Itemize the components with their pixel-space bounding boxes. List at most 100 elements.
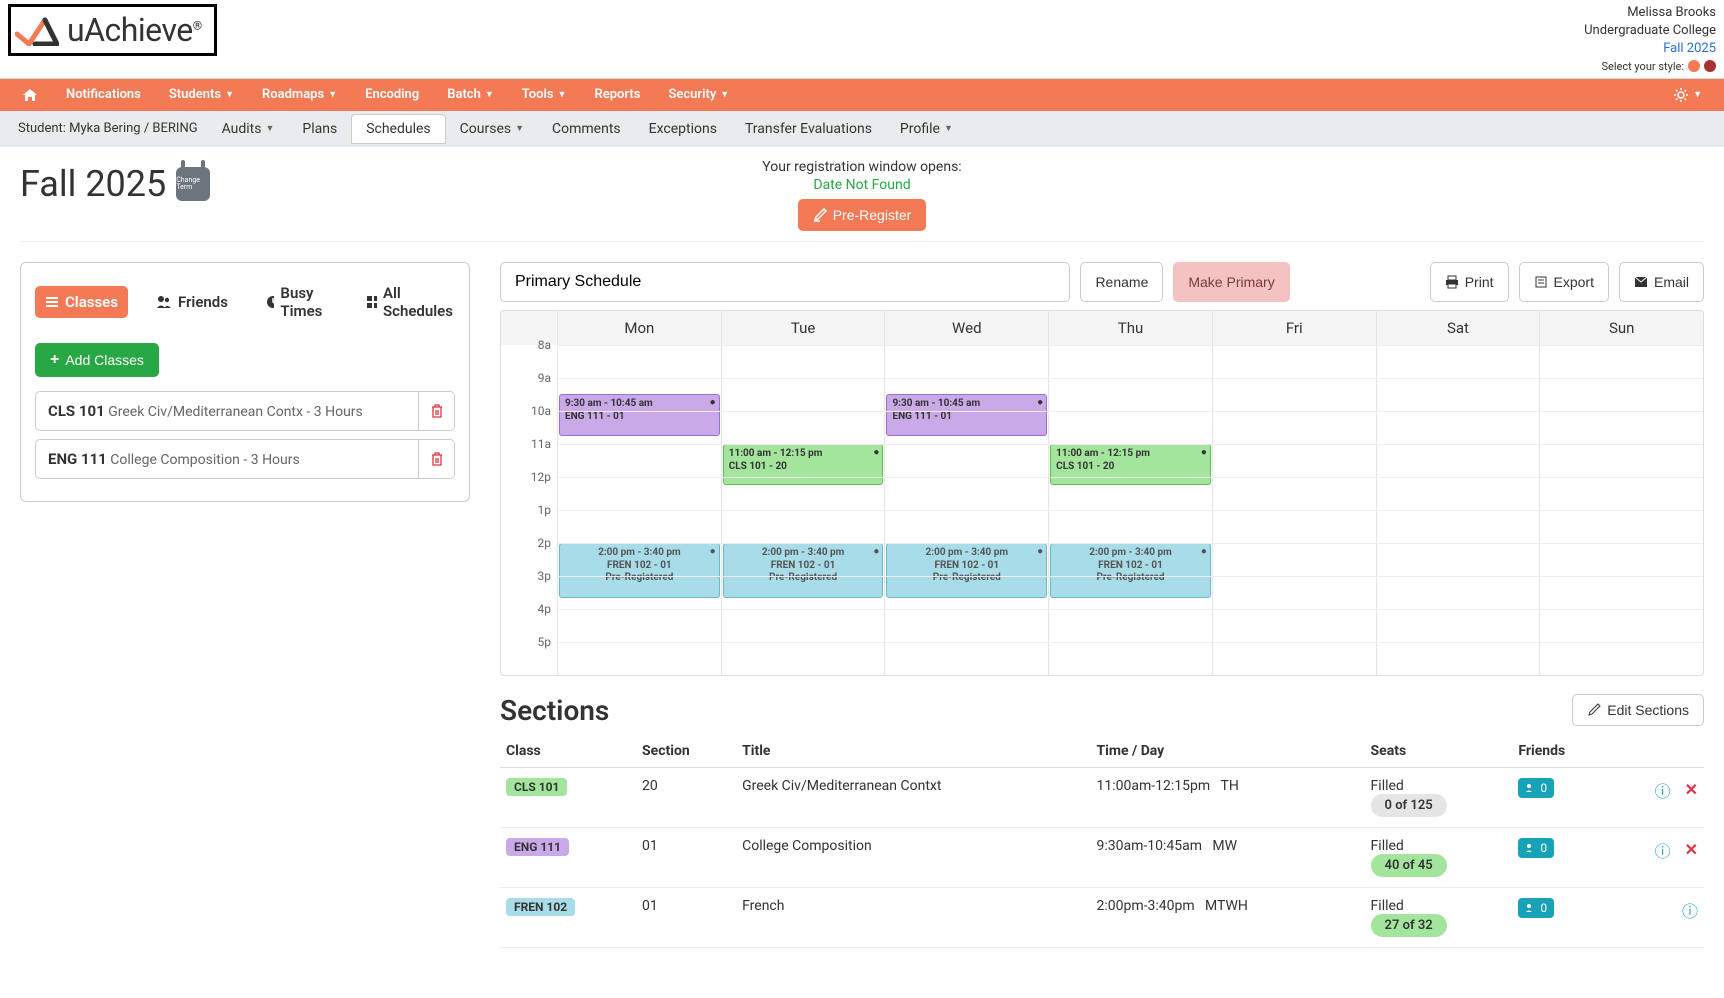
logo-icon <box>15 14 59 46</box>
subnav-audits[interactable]: Audits ▼ <box>208 114 289 144</box>
info-icon[interactable]: ● <box>1037 397 1043 408</box>
section-seats: Filled40 of 45 <box>1365 827 1513 887</box>
subnav-transfer-evaluations[interactable]: Transfer Evaluations <box>731 114 886 144</box>
day-header: Sun <box>1539 311 1703 345</box>
add-classes-button[interactable]: + Add Classes <box>35 343 159 377</box>
tab-classes[interactable]: Classes <box>35 286 128 318</box>
info-icon[interactable]: ● <box>873 546 879 557</box>
email-icon <box>1634 276 1648 288</box>
section-number: 20 <box>636 767 736 827</box>
change-term-button[interactable]: Change Term <box>176 167 210 201</box>
th-class: Class <box>500 735 636 768</box>
nav-reports[interactable]: Reports <box>580 79 654 111</box>
left-tabs: Classes Friends Busy Times All Schedules <box>35 277 455 327</box>
calendar-event[interactable]: ●9:30 am - 10:45 amENG 111 - 01 <box>559 394 720 435</box>
logo: uAchieve® <box>8 4 217 56</box>
time-label: 9a <box>538 371 551 385</box>
nav-notifications[interactable]: Notifications <box>52 79 155 111</box>
list-icon <box>45 295 59 309</box>
email-button[interactable]: Email <box>1619 262 1704 302</box>
sections-title: Sections <box>500 694 609 727</box>
info-icon[interactable]: ● <box>1201 546 1207 557</box>
remove-section-button[interactable]: ✕ <box>1685 780 1698 799</box>
th-title: Title <box>736 735 1090 768</box>
settings-link[interactable]: ▼ <box>1659 79 1716 111</box>
class-item[interactable]: CLS 101 Greek Civ/Mediterranean Contx - … <box>35 391 419 431</box>
subnav-profile[interactable]: Profile ▼ <box>886 114 967 144</box>
friends-badge[interactable]: 0 <box>1518 778 1554 798</box>
info-icon[interactable]: ● <box>1201 447 1207 458</box>
info-icon[interactable]: ● <box>873 447 879 458</box>
nav-tools[interactable]: Tools ▼ <box>508 79 581 111</box>
day-header: Thu <box>1048 311 1212 345</box>
calendar-event[interactable]: ●11:00 am - 12:15 pmCLS 101 - 20 <box>723 444 884 485</box>
print-button[interactable]: Print <box>1430 262 1509 302</box>
class-item[interactable]: ENG 111 College Composition - 3 Hours <box>35 439 419 479</box>
th-friends: Friends <box>1512 735 1611 768</box>
class-badge: ENG 111 <box>506 838 569 856</box>
grid-icon <box>366 295 377 309</box>
reg-window-date: Date Not Found <box>20 177 1704 193</box>
class-row: ENG 111 College Composition - 3 Hours <box>35 439 455 479</box>
subnav-schedules[interactable]: Schedules <box>351 114 445 144</box>
delete-class-button[interactable] <box>419 391 455 431</box>
home-link[interactable] <box>8 79 52 111</box>
day-header: Mon <box>557 311 721 345</box>
info-button[interactable]: ⓘ <box>1655 778 1671 802</box>
nav-security[interactable]: Security ▼ <box>654 79 743 111</box>
tab-friends[interactable]: Friends <box>146 286 238 318</box>
subnav-exceptions[interactable]: Exceptions <box>635 114 731 144</box>
nav-roadmaps[interactable]: Roadmaps ▼ <box>248 79 351 111</box>
user-term[interactable]: Fall 2025 <box>1584 40 1716 58</box>
time-label: 4p <box>538 602 551 616</box>
th-time: Time / Day <box>1090 735 1364 768</box>
friends-badge[interactable]: 0 <box>1518 838 1554 858</box>
info-icon[interactable]: ● <box>710 546 716 557</box>
style-orange[interactable] <box>1688 60 1700 72</box>
calendar: MonTueWedThuFriSatSun 8a9a10a11a12p1p2p3… <box>500 310 1704 676</box>
edit-sections-button[interactable]: Edit Sections <box>1572 694 1704 726</box>
class-badge: FREN 102 <box>506 898 575 916</box>
user-info: Melissa Brooks Undergraduate College Fal… <box>1584 4 1716 74</box>
info-button[interactable]: ⓘ <box>1682 898 1698 922</box>
tab-all-schedules[interactable]: All Schedules <box>356 277 466 327</box>
export-button[interactable]: Export <box>1519 262 1609 302</box>
time-label: 12p <box>531 470 551 484</box>
section-seats: Filled27 of 32 <box>1365 887 1513 947</box>
schedule-name-input[interactable] <box>500 262 1070 302</box>
style-red[interactable] <box>1704 60 1716 72</box>
friends-badge[interactable]: 0 <box>1518 898 1554 918</box>
remove-section-button[interactable]: ✕ <box>1685 840 1698 859</box>
subnav-comments[interactable]: Comments <box>538 114 635 144</box>
style-selector: Select your style: <box>1584 59 1716 74</box>
delete-class-button[interactable] <box>419 439 455 479</box>
calendar-event[interactable]: ●2:00 pm - 3:40 pmFREN 102 - 01Pre-Regis… <box>559 543 720 598</box>
reg-window-label: Your registration window opens: <box>20 159 1704 175</box>
nav-students[interactable]: Students ▼ <box>155 79 248 111</box>
export-icon <box>1534 275 1548 289</box>
section-title: French <box>736 887 1090 947</box>
calendar-event[interactable]: ●9:30 am - 10:45 amENG 111 - 01 <box>886 394 1047 435</box>
nav-batch[interactable]: Batch ▼ <box>433 79 508 111</box>
rename-button[interactable]: Rename <box>1080 262 1163 302</box>
info-icon[interactable]: ● <box>1037 546 1043 557</box>
tab-busy-times[interactable]: Busy Times <box>256 277 338 327</box>
nav-encoding[interactable]: Encoding <box>351 79 433 111</box>
pre-register-button[interactable]: Pre-Register <box>798 199 927 231</box>
day-header: Tue <box>721 311 885 345</box>
subnav-courses[interactable]: Courses ▼ <box>446 114 538 144</box>
class-badge: CLS 101 <box>506 778 567 796</box>
secondary-nav: Student: Myka Bering / BERING Audits ▼Pl… <box>0 111 1724 147</box>
make-primary-button[interactable]: Make Primary <box>1173 262 1289 302</box>
subnav-plans[interactable]: Plans <box>288 114 351 144</box>
schedule-toolbar: Rename Make Primary Print Export Email <box>500 262 1704 302</box>
info-button[interactable]: ⓘ <box>1655 838 1671 862</box>
calendar-event[interactable]: ●2:00 pm - 3:40 pmFREN 102 - 01Pre-Regis… <box>723 543 884 598</box>
calendar-event[interactable]: ●2:00 pm - 3:40 pmFREN 102 - 01Pre-Regis… <box>1050 543 1211 598</box>
term-title: Fall 2025 <box>20 163 166 205</box>
info-icon[interactable]: ● <box>710 397 716 408</box>
calendar-event[interactable]: ●11:00 am - 12:15 pmCLS 101 - 20 <box>1050 444 1211 485</box>
calendar-event[interactable]: ●2:00 pm - 3:40 pmFREN 102 - 01Pre-Regis… <box>886 543 1047 598</box>
section-seats: Filled0 of 125 <box>1365 767 1513 827</box>
time-label: 10a <box>531 404 551 418</box>
